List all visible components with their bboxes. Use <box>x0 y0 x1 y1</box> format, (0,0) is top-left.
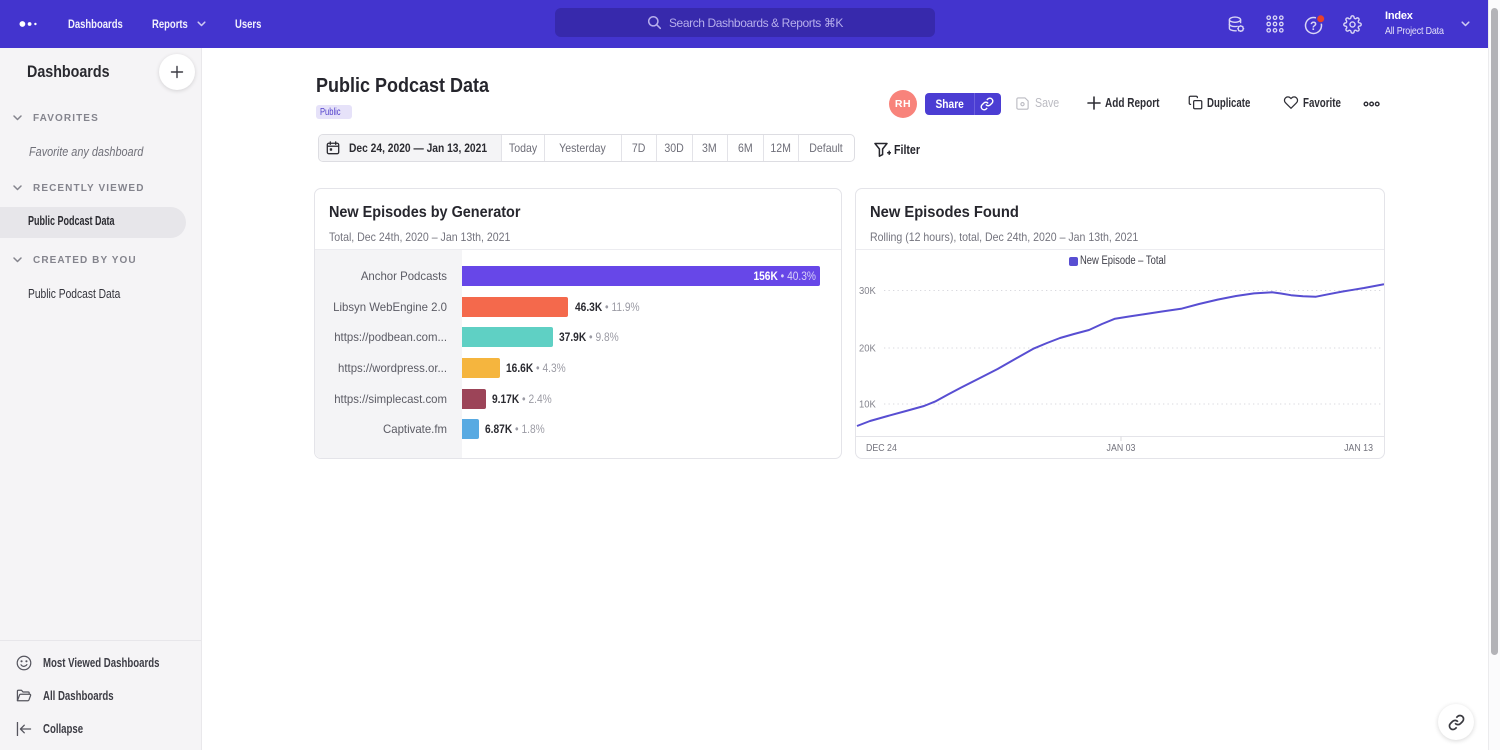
svg-text:20K: 20K <box>859 343 876 355</box>
svg-text:?: ? <box>1310 21 1317 33</box>
svg-text:30K: 30K <box>859 286 876 298</box>
svg-text:JAN 13: JAN 13 <box>1344 442 1373 454</box>
svg-text:10K: 10K <box>859 399 876 411</box>
svg-text:DEC 24: DEC 24 <box>866 442 897 454</box>
svg-text:JAN 03: JAN 03 <box>1107 442 1136 454</box>
